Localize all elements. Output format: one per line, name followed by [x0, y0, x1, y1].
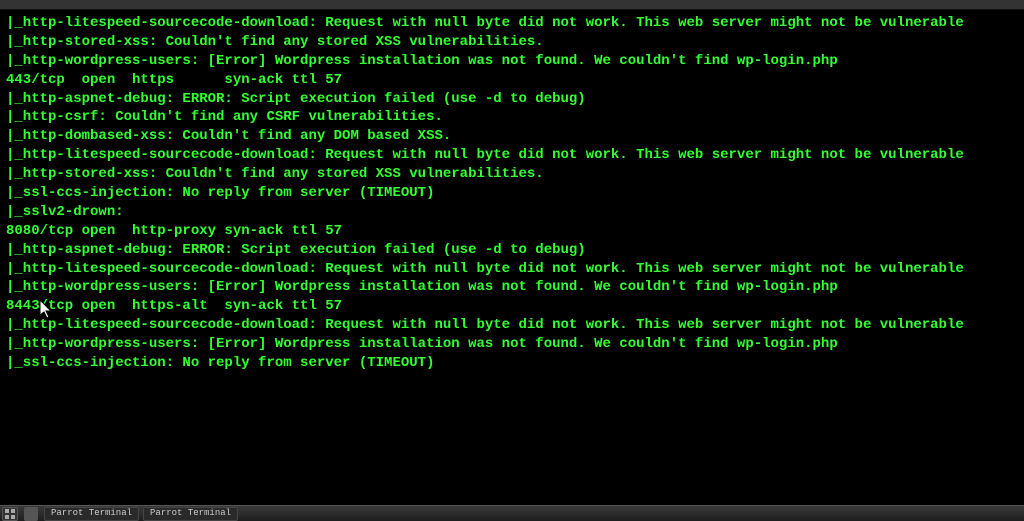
terminal-line: 443/tcp open https syn-ack ttl 57: [6, 71, 1018, 90]
terminal-output[interactable]: |_http-litespeed-sourcecode-download: Re…: [0, 10, 1024, 515]
terminal-line: |_http-wordpress-users: [Error] Wordpres…: [6, 335, 1018, 354]
terminal-line: |_http-litespeed-sourcecode-download: Re…: [6, 146, 1018, 165]
terminal-line: |_http-stored-xss: Couldn't find any sto…: [6, 33, 1018, 52]
terminal-line: |_http-wordpress-users: [Error] Wordpres…: [6, 52, 1018, 71]
terminal-line: |_http-litespeed-sourcecode-download: Re…: [6, 14, 1018, 33]
terminal-line: |_http-wordpress-users: [Error] Wordpres…: [6, 278, 1018, 297]
menu-icon: [5, 509, 15, 519]
terminal-line: 8080/tcp open http-proxy syn-ack ttl 57: [6, 222, 1018, 241]
terminal-line: |_ssl-ccs-injection: No reply from serve…: [6, 354, 1018, 373]
taskbar-item-label: Parrot Terminal: [51, 507, 132, 519]
terminal-line: |_http-dombased-xss: Couldn't find any D…: [6, 127, 1018, 146]
taskbar-window-button[interactable]: Parrot Terminal: [44, 507, 139, 521]
terminal-line: |_http-csrf: Couldn't find any CSRF vuln…: [6, 108, 1018, 127]
terminal-line: |_http-litespeed-sourcecode-download: Re…: [6, 260, 1018, 279]
taskbar-window-button[interactable]: Parrot Terminal: [143, 507, 238, 521]
terminal-line: |_http-aspnet-debug: ERROR: Script execu…: [6, 90, 1018, 109]
terminal-line: |_http-aspnet-debug: ERROR: Script execu…: [6, 241, 1018, 260]
terminal-line: 8443/tcp open https-alt syn-ack ttl 57: [6, 297, 1018, 316]
taskbar-item-label: Parrot Terminal: [150, 507, 231, 519]
taskbar-app-icon[interactable]: [24, 507, 38, 521]
window-titlebar: [0, 0, 1024, 10]
terminal-line: |_ssl-ccs-injection: No reply from serve…: [6, 184, 1018, 203]
terminal-line: |_http-litespeed-sourcecode-download: Re…: [6, 316, 1018, 335]
terminal-line: |_sslv2-drown:: [6, 203, 1018, 222]
taskbar[interactable]: Parrot Terminal Parrot Terminal: [0, 505, 1024, 521]
app-launcher-icon[interactable]: [2, 507, 18, 521]
terminal-line: |_http-stored-xss: Couldn't find any sto…: [6, 165, 1018, 184]
